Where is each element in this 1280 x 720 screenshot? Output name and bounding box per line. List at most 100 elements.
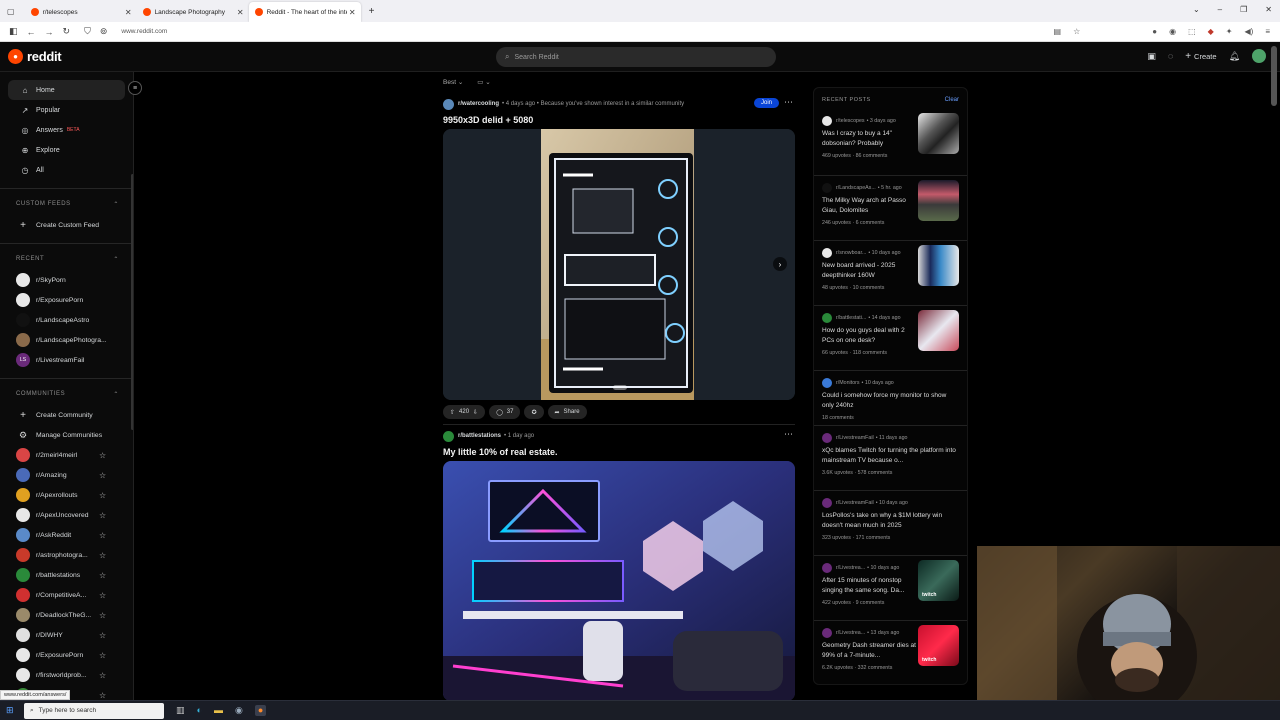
reader-view-icon[interactable]: ▤ (1054, 27, 1062, 36)
favorite-star-icon[interactable]: ☆ (99, 631, 106, 640)
favorite-star-icon[interactable]: ☆ (99, 671, 106, 680)
post-image[interactable]: › (443, 129, 795, 400)
chat-icon[interactable]: ◌ (1168, 51, 1173, 61)
sidebar-item-home[interactable]: ⌂ Home (8, 80, 125, 100)
recent-post-item[interactable]: r/Livestrea... • 10 days ago After 15 minu… (814, 556, 967, 621)
recent-post-item[interactable]: r/telescopes • 3 days ago Was I crazy to b… (814, 109, 967, 176)
sidebar-item-explore[interactable]: ⊕ Explore (8, 140, 125, 160)
recent-post-title[interactable]: How do you guys deal with 2 PCs on one d… (822, 326, 916, 346)
post-title[interactable]: 9950x3D delid + 5080 (443, 115, 795, 125)
community-item[interactable]: r/astrophotogra... ☆ (0, 545, 133, 565)
create-button[interactable]: + Create (1185, 51, 1216, 62)
steam-icon[interactable]: ◉ (235, 705, 243, 716)
community-item[interactable]: r/ApexUncovered ☆ (0, 505, 133, 525)
post-card[interactable]: r/battlestations • 1 day ago ⋯ My little… (443, 429, 795, 701)
task-view-icon[interactable]: ▥ (176, 705, 185, 716)
recent-post-item[interactable]: r/LivestreamFail • 10 days ago LosPollos's… (814, 491, 967, 556)
subreddit-link[interactable]: r/battlestati... (836, 315, 866, 321)
recent-post-thumbnail[interactable] (918, 180, 959, 221)
community-item[interactable]: r/DIWHY ☆ (0, 625, 133, 645)
extension-icon[interactable]: ⬚ (1188, 27, 1196, 36)
post-card[interactable]: r/watercooling • 4 days ago • Because yo… (443, 97, 795, 419)
url-field[interactable]: www.reddit.com (121, 28, 167, 35)
sidebar-item-all[interactable]: ◷ All (8, 160, 125, 180)
recent-post-item[interactable]: r/LandscapeAs... • 5 hr. ago The Milky Way… (814, 176, 967, 241)
subreddit-link[interactable]: r/Monitors (836, 380, 860, 386)
subreddit-link[interactable]: r/telescopes (836, 118, 865, 124)
recent-post-item[interactable]: r/Livestrea... • 13 days ago Geometry Dash… (814, 621, 967, 684)
page-scrollbar[interactable] (1271, 46, 1277, 106)
recent-post-item[interactable]: r/snowboar... • 10 days ago New board arri… (814, 241, 967, 306)
browser-tab-active[interactable]: Reddit - The heart of the internet ✕ (248, 2, 361, 22)
search-input[interactable]: ⌕ Search Reddit (496, 47, 776, 67)
subreddit-link[interactable]: r/snowboar... (836, 250, 866, 256)
clear-recent-button[interactable]: Clear (945, 97, 959, 103)
recent-post-thumbnail[interactable]: twitch (918, 625, 959, 666)
extension-icon[interactable]: ✦ (1226, 27, 1233, 36)
reload-icon[interactable]: ↻ (63, 26, 71, 37)
sidebar-item-popular[interactable]: ↗ Popular (8, 100, 125, 120)
vote-button[interactable]: ⇧ 420 ⇩ (443, 405, 486, 419)
community-item[interactable]: r/2meirl4meirl ☆ (0, 445, 133, 465)
minimize-icon[interactable]: – (1218, 5, 1222, 14)
sidebar-item-answers[interactable]: ◎ Answers BETA (8, 120, 125, 140)
subreddit-link[interactable]: r/watercooling (458, 101, 499, 107)
subreddit-link[interactable]: r/LivestreamFail (836, 500, 874, 506)
favorite-star-icon[interactable]: ☆ (99, 571, 106, 580)
recent-post-title[interactable]: The Milky Way arch at Passo Giau, Dolomi… (822, 196, 916, 216)
community-item[interactable]: r/DeadlockTheG... ☆ (0, 605, 133, 625)
recent-post-thumbnail[interactable]: twitch (918, 560, 959, 601)
windows-start-icon[interactable]: ⊞ (6, 705, 14, 716)
reddit-logo[interactable]: ● reddit (8, 49, 62, 64)
recent-post-item[interactable]: r/LivestreamFail • 11 days ago xQc blames … (814, 426, 967, 491)
taskbar-search-input[interactable]: ⌕ Type here to search (24, 702, 164, 719)
favorite-star-icon[interactable]: ☆ (99, 651, 106, 660)
lock-icon[interactable]: ⊚ (100, 26, 108, 37)
sidebar-scrollbar[interactable] (131, 174, 133, 430)
comments-button[interactable]: ◯ 37 (489, 405, 521, 419)
close-tab-icon[interactable]: ✕ (125, 8, 132, 17)
recent-post-thumbnail[interactable] (918, 310, 959, 351)
recent-community-item[interactable]: r/SkyPorn (0, 270, 133, 290)
favorite-star-icon[interactable]: ☆ (99, 691, 106, 700)
browser-tab[interactable]: Landscape Photography ✕ (137, 2, 249, 22)
shield-icon[interactable]: ⛉ (84, 26, 91, 37)
maximize-icon[interactable]: ❐ (1240, 5, 1247, 14)
browser-tab[interactable]: r/telescopes ✕ (25, 2, 137, 22)
sort-dropdown[interactable]: Best ⌄ (443, 78, 463, 86)
collapse-sidebar-button[interactable]: ≡ (128, 81, 142, 95)
view-toggle-icon[interactable]: ▭ ⌄ (477, 78, 490, 86)
downvote-icon[interactable]: ⇩ (473, 409, 478, 416)
recent-post-item[interactable]: r/battlestati... • 14 days ago How do you … (814, 306, 967, 371)
close-window-icon[interactable]: ✕ (1265, 5, 1272, 14)
recent-post-thumbnail[interactable] (918, 245, 959, 286)
extension-icon[interactable]: ● (1152, 27, 1157, 36)
recent-post-title[interactable]: Could i somehow force my monitor to show… (822, 391, 957, 411)
recent-community-item[interactable]: LS r/LivestreamFail (0, 350, 133, 370)
firefox-icon[interactable]: ● (254, 705, 267, 716)
custom-feeds-header[interactable]: CUSTOM FEEDS ⌃ (0, 193, 133, 215)
tab-list-icon[interactable]: ▢ (7, 7, 15, 16)
close-tab-icon[interactable]: ✕ (237, 8, 244, 17)
tab-dropdown-icon[interactable]: ⌄ (1193, 5, 1200, 14)
recent-post-title[interactable]: Was I crazy to buy a 14" dobsonian? Prob… (822, 129, 916, 149)
extension-icon[interactable]: ◆ (1208, 27, 1214, 36)
create-community[interactable]: + Create Community (0, 405, 133, 425)
post-image[interactable] (443, 461, 795, 701)
community-item[interactable]: r/CompetitiveA... ☆ (0, 585, 133, 605)
recent-post-title[interactable]: Geometry Dash streamer dies at 99% of a … (822, 641, 916, 661)
subreddit-link[interactable]: r/Livestrea... (836, 565, 865, 571)
community-item[interactable]: r/battlestations ☆ (0, 565, 133, 585)
share-button[interactable]: ➦ Share (547, 405, 587, 419)
recent-community-item[interactable]: r/ExposurePorn (0, 290, 133, 310)
create-custom-feed[interactable]: + Create Custom Feed (0, 215, 133, 235)
more-options-icon[interactable]: ⋯ (784, 429, 793, 440)
recent-header[interactable]: RECENT ⌃ (0, 248, 133, 270)
upvote-icon[interactable]: ⇧ (450, 409, 455, 416)
edge-icon[interactable]: ◐ (197, 705, 202, 716)
recent-post-title[interactable]: After 15 minutes of nonstop singing the … (822, 576, 916, 596)
favorite-star-icon[interactable]: ☆ (99, 531, 106, 540)
forward-icon[interactable]: → (45, 27, 54, 37)
community-item[interactable]: r/ExposurePorn ☆ (0, 645, 133, 665)
recent-post-thumbnail[interactable] (918, 113, 959, 154)
